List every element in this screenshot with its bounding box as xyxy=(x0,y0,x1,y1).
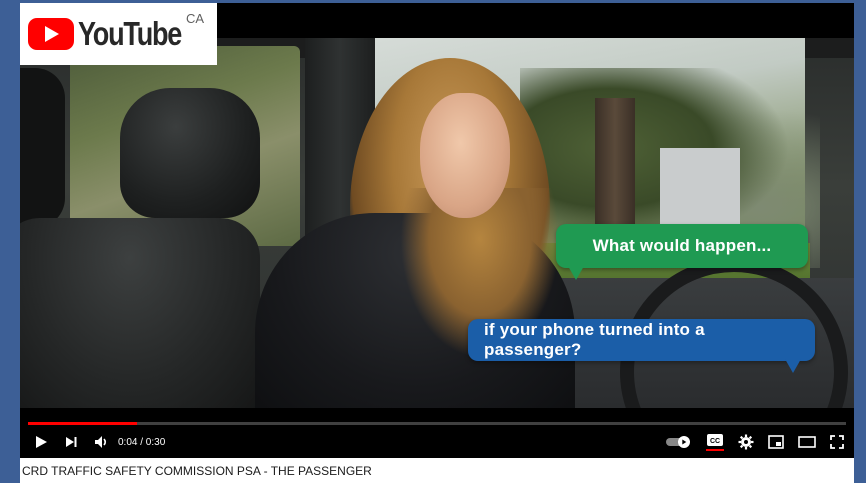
theater-icon[interactable] xyxy=(798,436,816,448)
youtube-play-logo-icon xyxy=(28,18,74,50)
video-player[interactable]: What would happen... if your phone turne… xyxy=(20,3,854,483)
subtitle-bubble-2: if your phone turned into a passenger? xyxy=(468,319,815,373)
video-title: CRD TRAFFIC SAFETY COMMISSION PSA - THE … xyxy=(20,458,854,483)
cc-active-underline xyxy=(706,449,724,451)
video-frame[interactable]: What would happen... if your phone turne… xyxy=(20,38,854,408)
cc-icon[interactable]: CC xyxy=(706,433,724,451)
progress-fill xyxy=(28,422,137,425)
progress-bar[interactable] xyxy=(28,422,846,425)
play-icon[interactable] xyxy=(34,435,48,449)
next-icon[interactable] xyxy=(64,435,78,449)
miniplayer-icon[interactable] xyxy=(768,435,784,449)
svg-text:CC: CC xyxy=(710,438,720,445)
scene-person-face xyxy=(420,93,510,218)
subtitle-bubble-1: What would happen... xyxy=(556,224,808,280)
youtube-logo: YouTube CA xyxy=(20,3,217,65)
scene-headrest xyxy=(120,88,260,218)
scene-seat xyxy=(20,218,260,408)
scene-house xyxy=(660,148,740,228)
gear-icon[interactable] xyxy=(738,434,754,450)
player-controls: 0:04 / 0:30 CC xyxy=(20,427,854,457)
autoplay-toggle-icon[interactable] xyxy=(666,435,692,449)
scene-left-headrest xyxy=(20,68,65,228)
youtube-wordmark: YouTube xyxy=(78,15,182,52)
fullscreen-icon[interactable] xyxy=(830,435,844,449)
region-code: CA xyxy=(186,11,205,26)
time-display: 0:04 / 0:30 xyxy=(118,436,166,448)
volume-icon[interactable] xyxy=(94,435,110,449)
